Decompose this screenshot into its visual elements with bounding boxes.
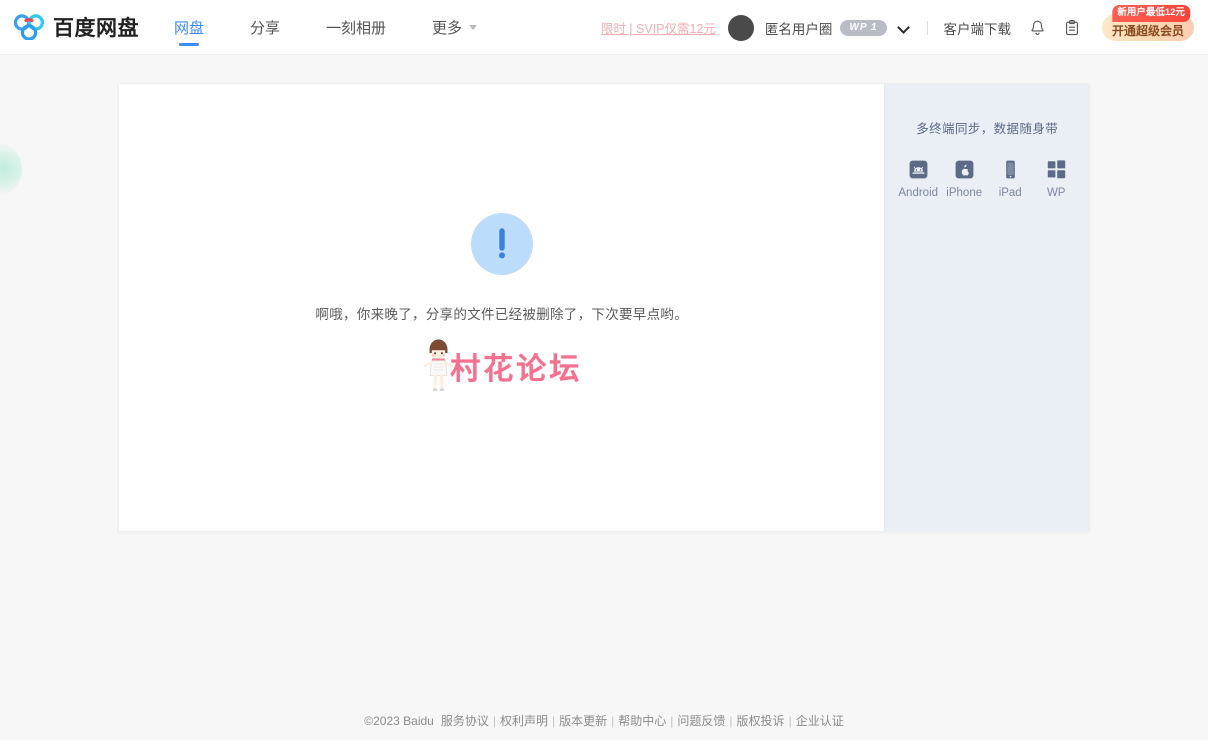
platform-ipad[interactable]: iPad bbox=[995, 160, 1025, 199]
footer-link-feedback[interactable]: 问题反馈 bbox=[677, 712, 725, 729]
avatar[interactable] bbox=[727, 14, 754, 41]
nav-item-more[interactable]: 更多 bbox=[432, 0, 478, 55]
content-card: 啊哦，你来晚了，分享的文件已经被删除了，下次要早点哟。 村花论坛 多终端同步，数… bbox=[118, 83, 1090, 532]
nav-item-share[interactable]: 分享 bbox=[250, 0, 280, 55]
divider: | bbox=[552, 713, 556, 728]
platform-label: iPad bbox=[998, 187, 1022, 199]
exclamation-icon bbox=[470, 213, 533, 275]
watermark-text: 村花论坛 bbox=[450, 352, 583, 387]
platform-label: WP bbox=[1046, 187, 1066, 199]
watermark: 村花论坛 bbox=[421, 337, 582, 395]
divider: | bbox=[492, 713, 496, 728]
nav-item-label: 网盘 bbox=[174, 19, 205, 37]
logo-text: 百度网盘 bbox=[53, 17, 139, 40]
sync-sidebar-title: 多终端同步，数据随身带 bbox=[916, 122, 1059, 136]
nav-item-label: 更多 bbox=[432, 19, 463, 37]
username-label[interactable]: 匿名用户圈 bbox=[765, 18, 833, 38]
decorative-blob bbox=[0, 143, 22, 195]
chevron-down-icon bbox=[469, 24, 478, 30]
upgrade-vip-label: 开通超级会员 bbox=[1111, 24, 1184, 38]
logo[interactable]: 百度网盘 bbox=[14, 12, 139, 42]
platform-label: Android bbox=[898, 187, 939, 199]
client-download-link[interactable]: 客户端下载 bbox=[944, 18, 1012, 38]
windows-phone-icon bbox=[1047, 160, 1065, 179]
platform-list: Android iPhone iPad WP bbox=[885, 160, 1089, 199]
site-footer: ©2023 Baidu 服务协议 | 权利声明 | 版本更新 | 帮助中心 | … bbox=[0, 712, 1208, 729]
main-nav: 网盘 分享 一刻相册 更多 bbox=[174, 0, 523, 55]
divider: | bbox=[729, 713, 733, 728]
footer-link-help-center[interactable]: 帮助中心 bbox=[618, 712, 666, 729]
site-header: 百度网盘 网盘 分享 一刻相册 更多 限时 | SVIP仅需12元 匿名用户圈 … bbox=[0, 0, 1208, 55]
header-right-group: 限时 | SVIP仅需12元 匿名用户圈 WP 1 客户端下载 新用户最低12元… bbox=[601, 0, 1198, 55]
divider: | bbox=[670, 713, 674, 728]
footer-link-service-agreement[interactable]: 服务协议 bbox=[441, 712, 489, 729]
platform-iphone[interactable]: iPhone bbox=[946, 160, 983, 199]
divider: | bbox=[611, 713, 615, 728]
footer-link-enterprise-verification[interactable]: 企业认证 bbox=[796, 712, 844, 729]
page-root: 百度网盘 网盘 分享 一刻相册 更多 限时 | SVIP仅需12元 匿名用户圈 … bbox=[0, 0, 1208, 740]
footer-link-rights-statement[interactable]: 权利声明 bbox=[500, 712, 548, 729]
nav-item-wangpan[interactable]: 网盘 bbox=[174, 0, 204, 55]
girl-mascot-icon bbox=[423, 339, 453, 391]
upgrade-vip-button[interactable]: 新用户最低12元 开通超级会员 bbox=[1102, 5, 1194, 41]
copyright-text: ©2023 Baidu bbox=[364, 713, 434, 728]
footer-link-version-update[interactable]: 版本更新 bbox=[559, 712, 607, 729]
nav-item-yike-album[interactable]: 一刻相册 bbox=[326, 0, 386, 55]
android-icon bbox=[909, 160, 928, 179]
status-badge: WP 1 bbox=[840, 19, 887, 36]
error-message: 啊哦，你来晚了，分享的文件已经被删除了，下次要早点哟。 bbox=[315, 307, 689, 322]
baidu-netdisk-logo-icon bbox=[14, 14, 44, 40]
error-state: 啊哦，你来晚了，分享的文件已经被删除了，下次要早点哟。 bbox=[119, 84, 884, 323]
footer-link-copyright-complaint[interactable]: 版权投诉 bbox=[737, 712, 785, 729]
vip-promo-badge: 新用户最低12元 bbox=[1112, 5, 1190, 22]
bell-icon[interactable] bbox=[1029, 19, 1046, 37]
nav-item-label: 分享 bbox=[250, 19, 281, 37]
exclamation-glyph bbox=[498, 228, 505, 259]
svip-promo-link[interactable]: 限时 | SVIP仅需12元 bbox=[601, 18, 716, 37]
error-panel: 啊哦，你来晚了，分享的文件已经被删除了，下次要早点哟。 村花论坛 bbox=[119, 84, 884, 531]
iphone-icon bbox=[955, 160, 974, 179]
clipboard-icon[interactable] bbox=[1064, 19, 1080, 37]
divider bbox=[926, 20, 928, 35]
nav-item-label: 一刻相册 bbox=[326, 19, 387, 37]
platform-label: iPhone bbox=[946, 187, 983, 199]
ipad-icon bbox=[1005, 160, 1015, 179]
sync-sidebar: 多终端同步，数据随身带 Android iPhone iPad WP bbox=[884, 84, 1089, 531]
platform-android[interactable]: Android bbox=[898, 160, 938, 199]
divider: | bbox=[788, 713, 792, 728]
platform-wp[interactable]: WP bbox=[1041, 160, 1071, 199]
chevron-down-icon[interactable] bbox=[898, 21, 911, 34]
